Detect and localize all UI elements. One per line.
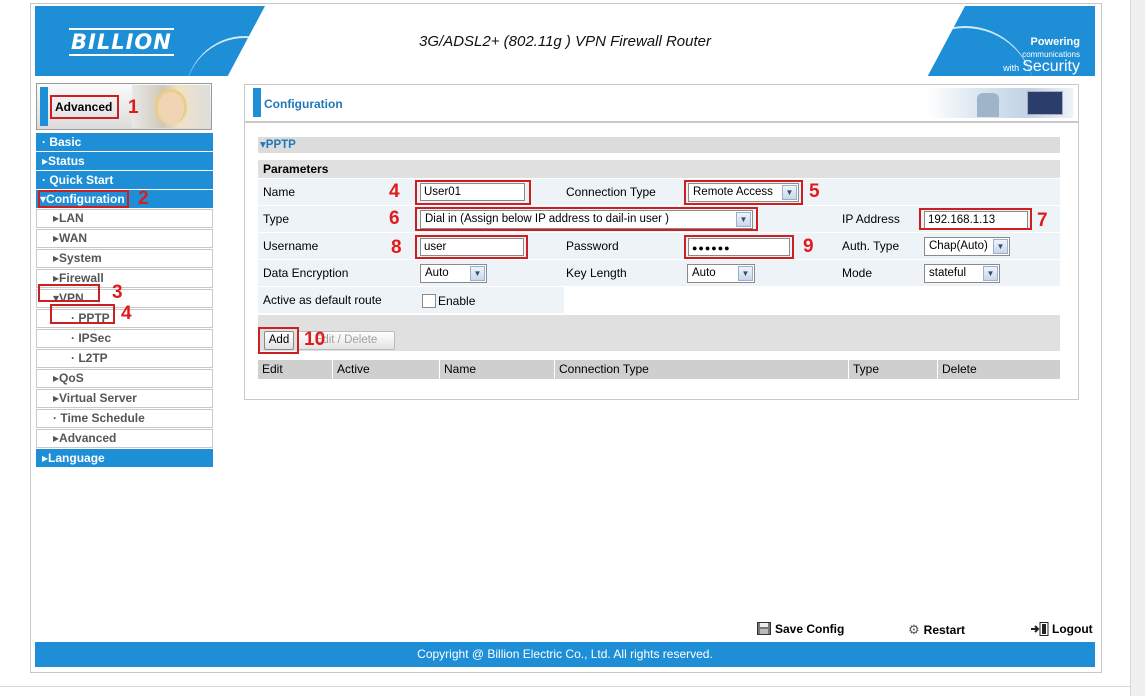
office-image xyxy=(927,88,1073,118)
chair-shape xyxy=(977,93,999,117)
restart-label: Restart xyxy=(923,623,966,637)
annotation-number-2: 2 xyxy=(138,188,149,209)
page-header: BILLION 3G/ADSL2+ (802.11g ) VPN Firewal… xyxy=(35,6,1095,76)
section-header: Configuration xyxy=(244,84,1079,122)
annotation-number-8: 8 xyxy=(391,237,402,258)
data-encryption-select[interactable]: Auto ▼ xyxy=(420,264,487,283)
highlight-username xyxy=(415,235,528,259)
password-label: Password xyxy=(566,239,619,253)
ip-label: IP Address xyxy=(842,212,900,226)
slogan-security: Security xyxy=(1022,58,1080,75)
table-header-edit: Edit xyxy=(258,360,333,379)
sidebar-item-language[interactable]: ▸Language xyxy=(36,449,213,467)
highlight-advanced xyxy=(50,95,119,119)
connection-table-header: Edit Active Name Connection Type Type De… xyxy=(258,360,1060,379)
sidebar-item-wan[interactable]: ▸WAN xyxy=(36,229,213,248)
table-header-name: Name xyxy=(440,360,555,379)
enable-label: Enable xyxy=(438,294,476,308)
annotation-number-7: 7 xyxy=(1037,210,1048,231)
vertical-scrollbar[interactable] xyxy=(1130,0,1145,696)
row-default-route: Active as default route xyxy=(258,287,1060,313)
table-header-active: Active xyxy=(333,360,440,379)
conn-type-label: Connection Type xyxy=(566,185,656,199)
auth-type-label: Auth. Type xyxy=(842,239,900,253)
username-label: Username xyxy=(263,239,319,253)
mode-value: stateful xyxy=(929,267,967,279)
sidebar-item-time-schedule[interactable]: · Time Schedule xyxy=(36,409,213,428)
annotation-number-3: 3 xyxy=(112,282,123,303)
default-route-blank xyxy=(564,287,1060,313)
save-config-label: Save Config xyxy=(775,622,845,636)
sidebar-item-basic[interactable]: · Basic xyxy=(36,133,213,151)
annotation-number-5: 5 xyxy=(809,181,820,202)
chevron-down-icon: ▼ xyxy=(993,239,1008,254)
type-label: Type xyxy=(263,212,290,226)
horizontal-scrollbar-edge xyxy=(0,686,1130,687)
monitor-shape xyxy=(1027,91,1063,115)
data-encryption-label: Data Encryption xyxy=(263,266,349,280)
sidebar-item-l2tp[interactable]: · L2TP xyxy=(36,349,213,368)
sidebar-item-system[interactable]: ▸System xyxy=(36,249,213,268)
highlight-add-button xyxy=(258,327,299,354)
slogan: Powering communications with Security xyxy=(970,36,1080,75)
section-title: Configuration xyxy=(264,97,343,111)
highlight-ip-address xyxy=(919,208,1032,230)
logout-label: Logout xyxy=(1052,622,1093,636)
table-header-delete: Delete xyxy=(938,360,1060,379)
highlight-configuration xyxy=(38,190,129,208)
mode-select[interactable]: stateful ▼ xyxy=(924,264,1000,283)
copyright-bar: Copyright @ Billion Electric Co., Ltd. A… xyxy=(35,642,1095,667)
table-header-connection-type: Connection Type xyxy=(555,360,849,379)
sidebar-item-lan[interactable]: ▸LAN xyxy=(36,209,213,228)
data-encryption-value: Auto xyxy=(425,267,449,279)
mode-label: Mode xyxy=(842,266,873,280)
highlight-vpn xyxy=(38,284,100,302)
annotation-number-4-name: 4 xyxy=(389,181,400,202)
annotation-number-1: 1 xyxy=(128,97,139,118)
parameters-header: Parameters xyxy=(258,160,1060,178)
annotation-number-9: 9 xyxy=(803,236,814,257)
highlight-name-field xyxy=(415,180,531,205)
sidebar-item-advanced[interactable]: ▸Advanced xyxy=(36,429,213,448)
key-length-label: Key Length xyxy=(566,266,627,280)
highlight-password xyxy=(684,235,794,259)
sidebar-item-qos[interactable]: ▸QoS xyxy=(36,369,213,388)
section-accent-bar xyxy=(253,88,261,117)
sidebar-item-status[interactable]: ▸Status xyxy=(36,152,213,170)
sidebar-item-quick-start[interactable]: · Quick Start xyxy=(36,171,213,189)
restart-button[interactable]: ⚙ Restart xyxy=(908,622,965,638)
restart-icon: ⚙ xyxy=(908,622,920,637)
key-length-select[interactable]: Auto ▼ xyxy=(687,264,755,283)
row-name: Name Connection Type xyxy=(258,179,1060,205)
slogan-powering: Powering xyxy=(1030,36,1080,48)
slogan-with: with xyxy=(1003,63,1020,73)
photo-person xyxy=(155,89,187,124)
advanced-accent-bar xyxy=(40,87,48,126)
logout-button[interactable]: Logout xyxy=(1030,622,1093,636)
default-route-label: Active as default route xyxy=(263,293,382,307)
auth-type-select[interactable]: Chap(Auto) ▼ xyxy=(924,237,1010,256)
product-title: 3G/ADSL2+ (802.11g ) VPN Firewall Router xyxy=(419,33,711,50)
logout-door-icon xyxy=(1031,622,1049,636)
sidebar-item-ipsec[interactable]: · IPSec xyxy=(36,329,213,348)
enable-checkbox[interactable] xyxy=(422,294,436,308)
name-label: Name xyxy=(263,185,296,199)
auth-type-value: Chap(Auto) xyxy=(929,240,988,252)
key-length-value: Auto xyxy=(692,267,716,279)
highlight-connection-type xyxy=(684,180,803,205)
chevron-down-icon: ▼ xyxy=(983,266,998,281)
chevron-down-icon: ▼ xyxy=(738,266,753,281)
save-config-button[interactable]: Save Config xyxy=(757,622,844,636)
highlight-type xyxy=(415,207,758,231)
floppy-disk-icon xyxy=(757,622,771,635)
sidebar-item-virtual-server[interactable]: ▸Virtual Server xyxy=(36,389,213,408)
annotation-number-10: 10 xyxy=(304,329,326,350)
pptp-panel-title[interactable]: ▾PPTP xyxy=(258,137,1060,153)
annotation-number-6: 6 xyxy=(389,208,400,229)
annotation-number-4-pptp: 4 xyxy=(121,303,132,324)
highlight-pptp xyxy=(50,304,115,324)
table-header-type: Type xyxy=(849,360,938,379)
chevron-down-icon: ▼ xyxy=(470,266,485,281)
